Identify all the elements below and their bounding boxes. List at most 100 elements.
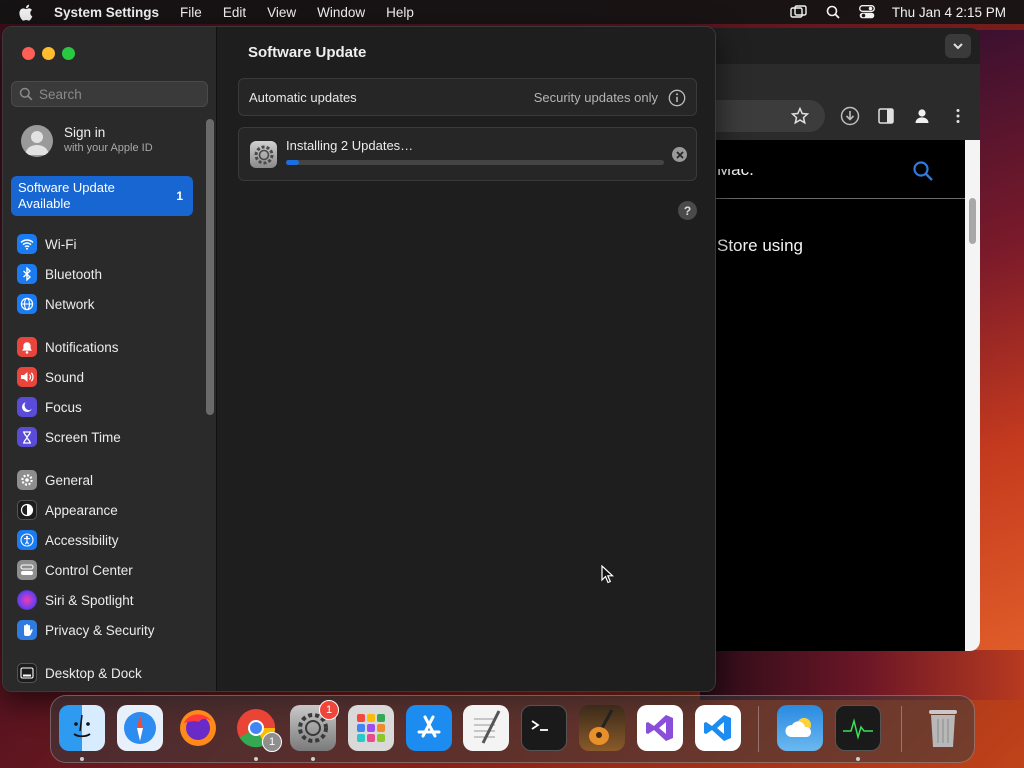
- minimize-window-button[interactable]: [42, 47, 55, 60]
- sidebar-item-software-update[interactable]: Software Update Available 1: [11, 176, 193, 216]
- running-indicator: [311, 757, 315, 761]
- siri-icon: [17, 590, 37, 610]
- dock-terminal-icon[interactable]: [521, 705, 567, 751]
- install-progress-bar: [286, 160, 664, 165]
- page-text-fragment: Store using: [717, 236, 803, 255]
- menu-bar: System Settings File Edit View Window He…: [0, 0, 1024, 24]
- sidebar-item-accessibility[interactable]: Accessibility: [17, 527, 207, 553]
- wifi-icon: [17, 234, 37, 254]
- dock-separator: [901, 706, 902, 752]
- sidebar-item-wifi[interactable]: Wi-Fi: [17, 231, 207, 257]
- menu-edit[interactable]: Edit: [223, 5, 246, 20]
- sidebar-item-label: Siri & Spotlight: [45, 592, 134, 608]
- sidebar-item-label: Bluetooth: [45, 266, 103, 282]
- sidebar-item-label: Appearance: [45, 502, 118, 518]
- sidebar-item-label: Sound: [45, 369, 85, 385]
- apple-menu-icon[interactable]: [18, 3, 34, 21]
- hand-privacy-icon: [17, 620, 37, 640]
- dock-activity-monitor-icon[interactable]: [835, 705, 881, 751]
- help-button[interactable]: ?: [678, 201, 697, 220]
- dock-firefox-icon[interactable]: [175, 705, 221, 751]
- bluetooth-icon: [17, 264, 37, 284]
- info-icon[interactable]: [668, 89, 686, 107]
- sidebar-item-label: Accessibility: [45, 532, 119, 548]
- sidebar-scrollbar[interactable]: [206, 119, 214, 415]
- automatic-updates-label: Automatic updates: [249, 90, 357, 105]
- browser-scroll-thumb[interactable]: [969, 198, 976, 244]
- menu-help[interactable]: Help: [386, 5, 414, 20]
- browser-page-content: [690, 140, 966, 651]
- dock-vscode-icon[interactable]: [695, 705, 741, 751]
- sidebar-item-label: Privacy & Security: [45, 622, 155, 638]
- moon-icon: [17, 397, 37, 417]
- menu-file[interactable]: File: [180, 5, 202, 20]
- running-indicator: [80, 757, 84, 761]
- control-center-toggle-icon: [17, 560, 37, 580]
- menu-view[interactable]: View: [267, 5, 296, 20]
- sidebar-item-sound[interactable]: Sound: [17, 364, 207, 390]
- running-indicator: [254, 757, 258, 761]
- page-search-icon[interactable]: [912, 160, 934, 182]
- sidebar-item-label: Desktop & Dock: [45, 665, 142, 681]
- globe-icon: [17, 294, 37, 314]
- search-placeholder: Search: [39, 86, 82, 102]
- sidebar-item-notifications[interactable]: Notifications: [17, 334, 207, 360]
- menu-clock[interactable]: Thu Jan 4 2:15 PM: [892, 5, 1006, 20]
- apple-id-signin[interactable]: Sign in with your Apple ID: [21, 125, 201, 159]
- sidebar-item-control-center[interactable]: Control Center: [17, 557, 207, 583]
- dock-separator: [758, 706, 759, 752]
- dock-app-store-icon[interactable]: [406, 705, 452, 751]
- screen-mirroring-icon[interactable]: [790, 4, 808, 20]
- bookmark-star-icon[interactable]: [790, 106, 810, 126]
- download-icon[interactable]: [840, 106, 860, 126]
- installing-label: Installing 2 Updates…: [286, 138, 414, 153]
- control-center-icon[interactable]: [858, 4, 876, 20]
- sidebar-item-appearance[interactable]: Appearance: [17, 497, 207, 523]
- page-divider: [716, 198, 966, 199]
- sidebar-item-label: Network: [45, 296, 95, 312]
- update-count-badge: 1: [176, 189, 183, 203]
- dock-finder-icon[interactable]: [59, 705, 105, 751]
- search-icon: [19, 87, 33, 101]
- sidebar-item-general[interactable]: General: [17, 467, 207, 493]
- page-title: Software Update: [248, 44, 367, 61]
- automatic-updates-row: Automatic updates Security updates only: [238, 78, 697, 116]
- browser-menu-icon[interactable]: [948, 106, 968, 126]
- sidebar-item-focus[interactable]: Focus: [17, 394, 207, 420]
- running-indicator: [856, 757, 860, 761]
- sidebar-item-siri-spotlight[interactable]: Siri & Spotlight: [17, 587, 207, 613]
- dock-safari-icon[interactable]: [117, 705, 163, 751]
- dock-textedit-icon[interactable]: [463, 705, 509, 751]
- dock-weather-icon[interactable]: [777, 705, 823, 751]
- menu-app-name[interactable]: System Settings: [54, 5, 159, 20]
- sidebar-item-network[interactable]: Network: [17, 291, 207, 317]
- side-panel-icon[interactable]: [876, 106, 896, 126]
- signin-subtitle: with your Apple ID: [64, 142, 153, 154]
- dock-garageband-icon[interactable]: [579, 705, 625, 751]
- sidebar-item-privacy-security[interactable]: Privacy & Security: [17, 617, 207, 643]
- browser-window: Mac. Store using: [690, 28, 980, 651]
- dock: 1 1: [50, 695, 975, 763]
- dock-visual-studio-icon[interactable]: [637, 705, 683, 751]
- zoom-window-button[interactable]: [62, 47, 75, 60]
- profile-icon[interactable]: [912, 106, 932, 126]
- tab-search-chevron-icon[interactable]: [945, 34, 971, 58]
- sidebar-item-label: Notifications: [45, 339, 119, 355]
- dock-launchpad-icon[interactable]: [348, 705, 394, 751]
- sidebar-item-bluetooth[interactable]: Bluetooth: [17, 261, 207, 287]
- menu-window[interactable]: Window: [317, 5, 365, 20]
- close-window-button[interactable]: [22, 47, 35, 60]
- mouse-cursor-icon: [601, 564, 615, 585]
- chrome-badge: 1: [262, 732, 282, 752]
- sidebar-search-input[interactable]: Search: [11, 81, 208, 107]
- sidebar-item-label: Screen Time: [45, 429, 121, 445]
- dock-trash-icon[interactable]: [920, 705, 966, 751]
- speaker-icon: [17, 367, 37, 387]
- sidebar-item-screen-time[interactable]: Screen Time: [17, 424, 207, 450]
- spotlight-search-icon[interactable]: [824, 4, 842, 20]
- wallpaper-bottom: [700, 650, 1024, 700]
- hourglass-icon: [17, 427, 37, 447]
- automatic-updates-value: Security updates only: [533, 90, 658, 105]
- cancel-install-icon[interactable]: [672, 147, 687, 162]
- sidebar-item-desktop-dock[interactable]: Desktop & Dock: [17, 660, 207, 686]
